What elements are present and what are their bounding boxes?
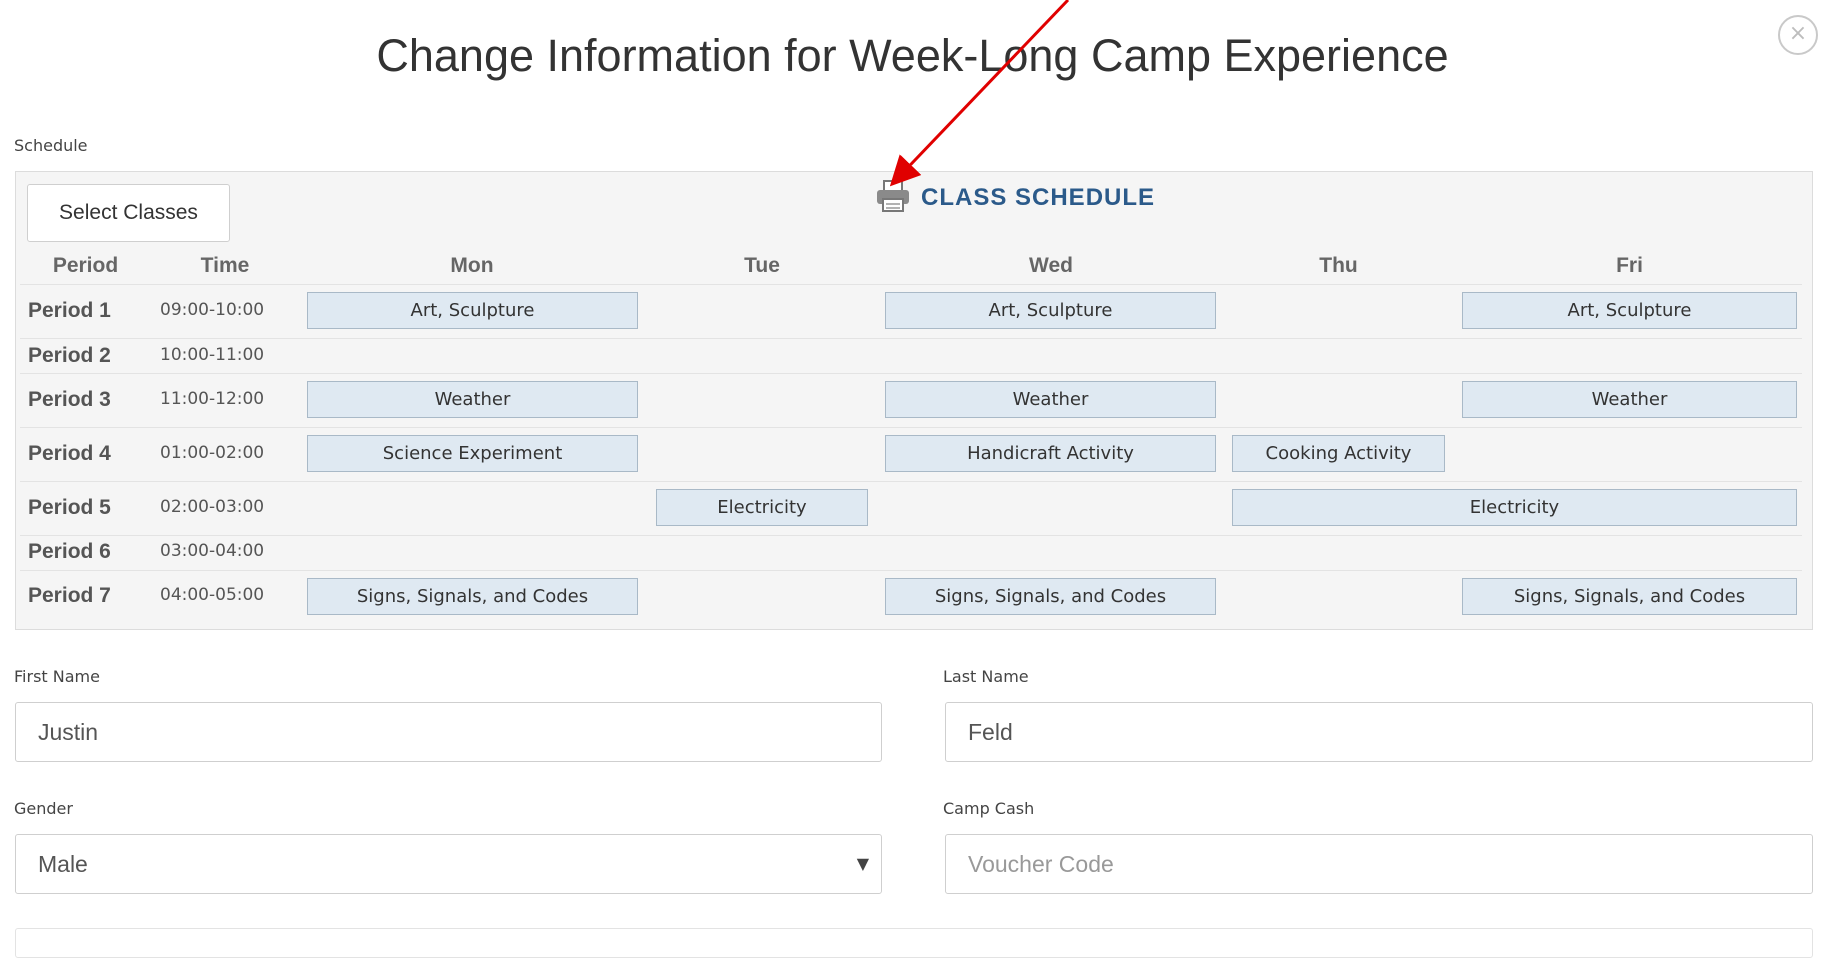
period-label: Period 5 [28,496,111,519]
class-cell[interactable]: Cooking Activity [1232,435,1445,472]
time-label: 02:00-03:00 [160,497,265,517]
column-header-period: Period [52,254,119,277]
chevron-down-icon: ▼ [856,854,869,873]
class-schedule-title: CLASS SCHEDULE [921,184,1156,211]
class-cell[interactable]: Art, Sculpture [885,292,1216,329]
last-name-input[interactable]: Feld [945,702,1813,762]
period-label: Period 7 [28,584,111,607]
printer-icon [875,179,911,218]
gender-value: Male [38,851,88,877]
first-name-input[interactable]: Justin [15,702,882,762]
class-cell[interactable]: Signs, Signals, and Codes [885,578,1216,615]
class-cell[interactable]: Weather [1462,381,1797,418]
class-schedule-print-link[interactable]: CLASS SCHEDULE [875,179,1156,218]
class-cell[interactable]: Art, Sculpture [307,292,638,329]
period-label: Period 4 [28,442,111,465]
class-cell[interactable]: Science Experiment [307,435,638,472]
select-classes-button[interactable]: Select Classes [27,184,230,242]
row-divider [20,535,1802,536]
column-header-thu: Thu [1319,254,1358,277]
time-label: 10:00-11:00 [160,345,265,365]
time-label: 04:00-05:00 [160,585,265,605]
period-label: Period 3 [28,388,111,411]
row-divider [20,284,1802,285]
column-header-fri: Fri [1616,254,1643,277]
class-cell[interactable]: Weather [307,381,638,418]
class-cell[interactable]: Signs, Signals, and Codes [307,578,638,615]
last-name-label: Last Name [943,667,1029,686]
voucher-code-input[interactable]: Voucher Code [945,834,1813,894]
column-header-time: Time [200,254,250,277]
time-label: 09:00-10:00 [160,300,265,320]
row-divider [20,570,1802,571]
next-form-field[interactable] [15,928,1813,958]
class-cell[interactable]: Electricity [1232,489,1797,526]
class-cell[interactable]: Signs, Signals, and Codes [1462,578,1797,615]
time-label: 11:00-12:00 [160,389,265,409]
class-cell[interactable]: Electricity [656,489,868,526]
modal-title: Change Information for Week-Long Camp Ex… [376,30,1449,81]
row-divider [20,481,1802,482]
row-divider [20,373,1802,374]
class-cell[interactable]: Weather [885,381,1216,418]
class-cell[interactable]: Art, Sculpture [1462,292,1797,329]
first-name-label: First Name [14,667,100,686]
gender-select[interactable]: Male ▼ [15,834,882,894]
row-divider [20,427,1802,428]
column-header-mon: Mon [450,254,494,277]
time-label: 03:00-04:00 [160,541,265,561]
class-cell[interactable]: Handicraft Activity [885,435,1216,472]
period-label: Period 2 [28,344,111,367]
close-icon[interactable]: × [1778,15,1818,55]
time-label: 01:00-02:00 [160,443,265,463]
period-label: Period 1 [28,299,111,322]
period-label: Period 6 [28,540,111,563]
column-header-tue: Tue [744,254,780,277]
schedule-label: Schedule [14,136,88,155]
camp-cash-label: Camp Cash [943,799,1035,818]
row-divider [20,338,1802,339]
gender-label: Gender [14,799,73,818]
column-header-wed: Wed [1029,254,1073,277]
